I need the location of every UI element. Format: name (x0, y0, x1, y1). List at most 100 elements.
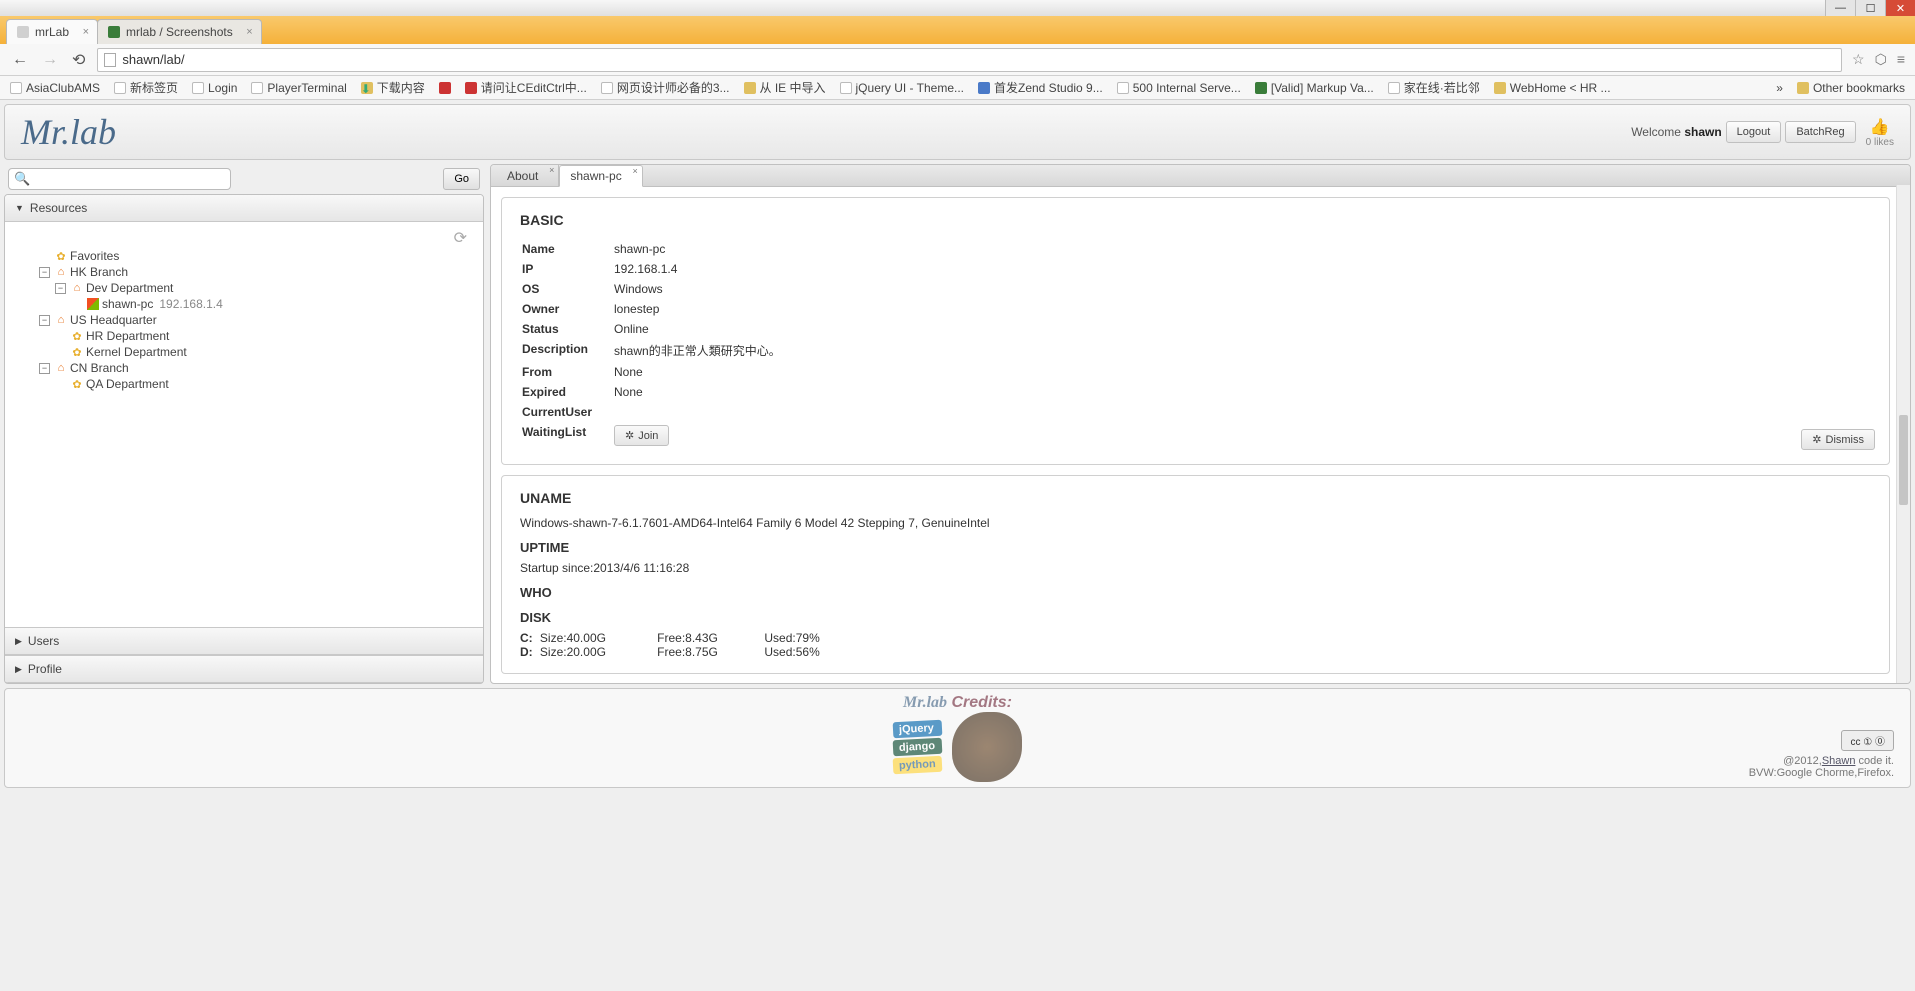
gear-icon: ✿ (54, 249, 68, 263)
header-right: Welcome shawn Logout BatchReg 👍 0 likes (1631, 117, 1894, 148)
basic-title: BASIC (520, 212, 1871, 228)
disk-row-c: C: Size:40.00G Free:8.43G Used:79% (520, 631, 1871, 645)
bookmark-item[interactable]: WebHome < HR ... (1494, 81, 1611, 95)
uptime-title: UPTIME (520, 540, 1871, 555)
favicon-icon (108, 26, 120, 38)
bookmark-item[interactable]: 家在线·若比邻 (1388, 79, 1480, 96)
chevron-right-icon: ▶ (15, 636, 22, 647)
tree-favorites[interactable]: ✿ Favorites (39, 248, 477, 264)
accordion-resources[interactable]: ▼ Resources (5, 195, 483, 222)
uname-value: Windows-shawn-7-6.1.7601-AMD64-Intel64 F… (520, 516, 1871, 530)
tab-title: mrLab (35, 25, 69, 39)
collapse-icon[interactable]: − (39, 267, 50, 278)
accordion-users[interactable]: ▶ Users (5, 627, 483, 655)
window-min-button[interactable]: — (1825, 0, 1855, 16)
tree-us-hq[interactable]: − ⌂ US Headquarter (39, 312, 477, 328)
bookmark-item[interactable]: 从 IE 中导入 (744, 79, 826, 96)
left-column: 🔍 Go ▼ Resources ⟳ ✿ Favorites (4, 164, 484, 684)
uptime-value: Startup since:2013/4/6 11:16:28 (520, 561, 1871, 575)
uname-title: UNAME (520, 490, 1871, 506)
forward-button[interactable]: → (40, 51, 60, 69)
refresh-icon[interactable]: ⟳ (454, 228, 467, 248)
join-button[interactable]: ✲Join (614, 425, 669, 446)
likes[interactable]: 👍 0 likes (1866, 117, 1894, 148)
batchreg-button[interactable]: BatchReg (1785, 121, 1855, 143)
tree-qa-dept[interactable]: ✿ QA Department (55, 376, 477, 392)
tree-kernel-dept[interactable]: ✿ Kernel Department (55, 344, 477, 360)
logo: Mr.lab (21, 111, 116, 153)
tree-hr-dept[interactable]: ✿ HR Department (55, 328, 477, 344)
windows-icon (86, 297, 100, 311)
close-icon[interactable]: × (549, 165, 554, 175)
close-icon[interactable]: × (632, 166, 637, 176)
back-button[interactable]: ← (10, 51, 30, 69)
bookmark-item[interactable]: [Valid] Markup Va... (1255, 81, 1374, 95)
resource-tree: ✿ Favorites − ⌂ HK Branch − ⌂ (11, 228, 477, 392)
search-input[interactable] (8, 168, 231, 190)
other-bookmarks[interactable]: Other bookmarks (1797, 81, 1905, 95)
chevron-down-icon: ▼ (15, 203, 24, 213)
who-title: WHO (520, 585, 1871, 600)
mascot-icon (952, 712, 1022, 782)
tab-content: BASIC Nameshawn-pc IP192.168.1.4 OSWindo… (491, 187, 1910, 683)
tab-strip: mrLab × mrlab / Screenshots × (0, 16, 1915, 44)
basic-info-table: Nameshawn-pc IP192.168.1.4 OSWindows Own… (520, 238, 783, 450)
collapse-icon[interactable]: − (39, 315, 50, 326)
tab-shawn-pc[interactable]: shawn-pc× (559, 165, 642, 187)
footer-right: cc ① ⓪ @2012,Shawn code it. BVW:Google C… (1749, 730, 1894, 779)
bookmark-item[interactable]: jQuery UI - Theme... (840, 81, 964, 95)
tree-hk-branch[interactable]: − ⌂ HK Branch (39, 264, 477, 280)
content: 🔍 Go ▼ Resources ⟳ ✿ Favorites (4, 164, 1911, 684)
url-bar[interactable]: shawn/lab/ (97, 48, 1842, 72)
bookmark-item[interactable]: ⬇下载内容 (361, 79, 425, 96)
disk-title: DISK (520, 610, 1871, 625)
tree-dev-dept[interactable]: − ⌂ Dev Department (55, 280, 477, 296)
welcome-text: Welcome shawn (1631, 125, 1721, 139)
window-max-button[interactable]: ☐ (1855, 0, 1885, 16)
gear-icon: ✲ (1812, 433, 1821, 446)
shield-icon[interactable]: ⬡ (1875, 51, 1887, 68)
copyright-line1: @2012,Shawn code it. (1783, 755, 1894, 767)
collapse-icon[interactable]: − (55, 283, 66, 294)
dismiss-button[interactable]: ✲Dismiss (1801, 429, 1875, 450)
bookmark-item[interactable]: Login (192, 81, 237, 95)
tree-cn-branch[interactable]: − ⌂ CN Branch (39, 360, 477, 376)
jquery-badge: jQuery (893, 720, 942, 739)
cc-badge: cc ① ⓪ (1841, 730, 1894, 751)
disk-row-d: D: Size:20.00G Free:8.75G Used:56% (520, 645, 1871, 659)
bookmark-item[interactable]: 首发Zend Studio 9... (978, 79, 1103, 96)
accordion-body-resources: ⟳ ✿ Favorites − ⌂ HK Branch (5, 222, 483, 627)
bookmark-item[interactable]: 请问让CEditCtrl中... (465, 79, 587, 96)
browser-tab-screenshots[interactable]: mrlab / Screenshots × (97, 19, 262, 44)
page: Mr.lab Welcome shawn Logout BatchReg 👍 0… (0, 100, 1915, 792)
window-close-button[interactable]: ✕ (1885, 0, 1915, 16)
logout-button[interactable]: Logout (1726, 121, 1782, 143)
nav-right: ☆ ⬡ ≡ (1852, 51, 1905, 68)
django-badge: django (893, 738, 942, 757)
bookmark-item[interactable] (439, 82, 451, 94)
go-button[interactable]: Go (443, 168, 480, 190)
bookmark-item[interactable]: PlayerTerminal (251, 81, 346, 95)
bookmark-item[interactable]: AsiaClubAMS (10, 81, 100, 95)
bookmark-item[interactable]: 网页设计师必备的3... (601, 79, 730, 96)
browser-tab-mrlab[interactable]: mrLab × (6, 19, 98, 44)
menu-icon[interactable]: ≡ (1897, 51, 1905, 68)
collapse-icon[interactable]: − (39, 363, 50, 374)
tree-shawn-pc[interactable]: shawn-pc 192.168.1.4 (71, 296, 477, 312)
bookmark-item[interactable]: 500 Internal Serve... (1117, 81, 1241, 95)
star-icon[interactable]: ☆ (1852, 51, 1865, 68)
accordion-profile[interactable]: ▶ Profile (5, 655, 483, 683)
scrollbar[interactable] (1896, 185, 1910, 683)
gear-icon: ✿ (70, 329, 84, 343)
bookmark-item[interactable]: 新标签页 (114, 79, 178, 96)
browser-chrome: — ☐ ✕ mrLab × mrlab / Screenshots × ← → … (0, 0, 1915, 100)
shawn-link[interactable]: Shawn (1822, 755, 1856, 767)
bookmark-overflow[interactable]: » (1776, 81, 1783, 95)
tab-close-icon[interactable]: × (83, 26, 89, 38)
page-icon (104, 53, 116, 67)
tab-about[interactable]: About× (497, 165, 559, 186)
tab-title: mrlab / Screenshots (126, 25, 233, 39)
tab-close-icon[interactable]: × (246, 26, 252, 38)
reload-button[interactable]: ⟲ (70, 50, 87, 70)
home-icon: ⌂ (54, 265, 68, 279)
